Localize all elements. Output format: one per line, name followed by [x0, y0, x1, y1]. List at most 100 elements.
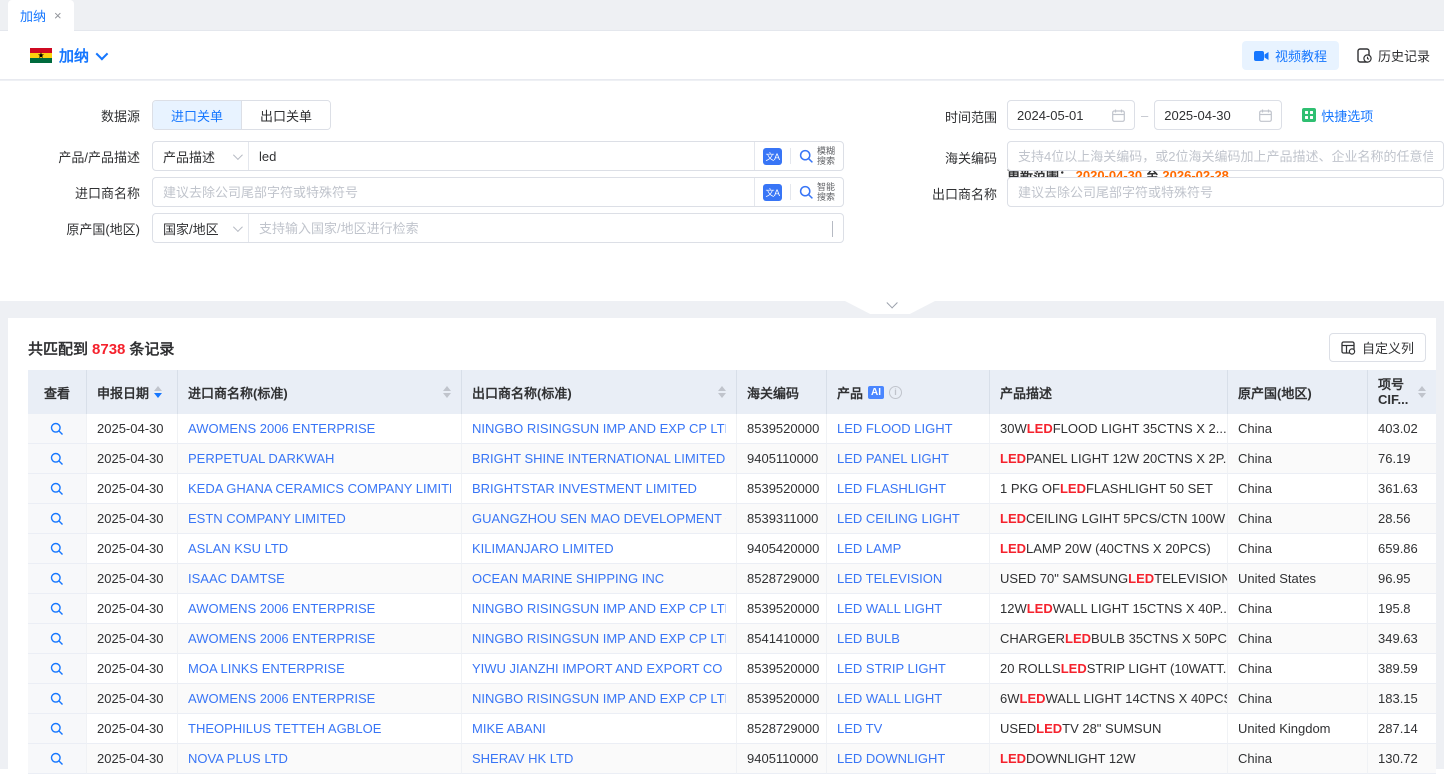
- cif-value-cell: 130.72: [1368, 744, 1436, 774]
- view-record-button[interactable]: [28, 534, 87, 564]
- tab-close-icon[interactable]: ×: [54, 9, 62, 22]
- importer-link[interactable]: ASLAN KSU LTD: [188, 541, 288, 556]
- quick-options-button[interactable]: 快捷选项: [1302, 106, 1373, 125]
- exporter-cell: OCEAN MARINE SHIPPING INC: [462, 564, 737, 594]
- start-date-value: 2024-05-01: [1017, 108, 1084, 123]
- exporter-link[interactable]: YIWU JIANZHI IMPORT AND EXPORT CO LTD: [472, 661, 726, 676]
- country-selector[interactable]: 加纳: [30, 45, 105, 66]
- view-record-button[interactable]: [28, 654, 87, 684]
- importer-link[interactable]: KEDA GHANA CERAMICS COMPANY LIMITED: [188, 481, 451, 496]
- description-text: WALL LIGHT 14CTNS X 40PCS: [1046, 691, 1229, 706]
- origin-type-select[interactable]: 国家/地区: [153, 214, 249, 242]
- exporter-link[interactable]: NINGBO RISINGSUN IMP AND EXP CP LTD: [472, 601, 726, 616]
- exporter-link[interactable]: NINGBO RISINGSUN IMP AND EXP CP LTD: [472, 421, 726, 436]
- sort-icon[interactable]: [1418, 386, 1426, 398]
- exporter-link[interactable]: SHERAV HK LTD: [472, 751, 573, 766]
- importer-link[interactable]: NOVA PLUS LTD: [188, 751, 288, 766]
- product-cell: LED FLASHLIGHT: [827, 474, 990, 504]
- importer-link[interactable]: AWOMENS 2006 ENTERPRISE: [188, 631, 375, 646]
- importer-search-input[interactable]: [153, 178, 754, 206]
- product-link[interactable]: LED FLASHLIGHT: [837, 481, 946, 496]
- view-record-button[interactable]: [28, 684, 87, 714]
- product-link[interactable]: LED WALL LIGHT: [837, 691, 942, 706]
- product-link[interactable]: LED CEILING LIGHT: [837, 511, 960, 526]
- view-record-button[interactable]: [28, 414, 87, 444]
- exporter-link[interactable]: NINGBO RISINGSUN IMP AND EXP CP LTD: [472, 691, 726, 706]
- translate-icon[interactable]: 文A: [763, 148, 782, 165]
- description-text: WALL LIGHT 15CTNS X 40P...: [1053, 601, 1228, 616]
- info-icon[interactable]: i: [889, 386, 902, 399]
- view-record-button[interactable]: [28, 624, 87, 654]
- importer-link[interactable]: ESTN COMPANY LIMITED: [188, 511, 346, 526]
- importer-cell: KEDA GHANA CERAMICS COMPANY LIMITED: [178, 474, 462, 504]
- exporter-link[interactable]: BRIGHTSTAR INVESTMENT LIMITED: [472, 481, 697, 496]
- start-date-input[interactable]: 2024-05-01: [1007, 100, 1135, 130]
- importer-link[interactable]: THEOPHILUS TETTEH AGBLOE: [188, 721, 381, 736]
- product-link[interactable]: LED BULB: [837, 631, 900, 646]
- sort-icon[interactable]: [443, 386, 451, 398]
- sort-icon[interactable]: [718, 386, 726, 398]
- view-record-button[interactable]: [28, 594, 87, 624]
- exporter-link[interactable]: GUANGZHOU SEN MAO DEVELOPMENT C...: [472, 511, 726, 526]
- header-item-cif[interactable]: 项号CIF...: [1368, 370, 1436, 414]
- chevron-down-icon[interactable]: [832, 221, 833, 237]
- hs-code-input[interactable]: [1007, 141, 1444, 171]
- translate-icon[interactable]: 文A: [763, 184, 782, 201]
- tab-label: 加纳: [20, 6, 46, 25]
- search-icon: [50, 662, 64, 676]
- video-tutorial-button[interactable]: 视频教程: [1242, 41, 1339, 70]
- exporter-link[interactable]: NINGBO RISINGSUN IMP AND EXP CP LTD: [472, 631, 726, 646]
- customize-columns-button[interactable]: 自定义列: [1329, 333, 1426, 362]
- product-link[interactable]: LED WALL LIGHT: [837, 601, 942, 616]
- view-record-button[interactable]: [28, 444, 87, 474]
- description-cell: USED LED TV 28" SUMSUN: [990, 714, 1228, 744]
- product-search-input[interactable]: [249, 142, 754, 170]
- product-link[interactable]: LED DOWNLIGHT: [837, 751, 945, 766]
- product-link[interactable]: LED FLOOD LIGHT: [837, 421, 953, 436]
- history-button[interactable]: 历史记录: [1353, 46, 1434, 65]
- product-cell: LED WALL LIGHT: [827, 684, 990, 714]
- importer-link[interactable]: AWOMENS 2006 ENTERPRISE: [188, 601, 375, 616]
- end-date-input[interactable]: 2025-04-30: [1154, 100, 1282, 130]
- product-type-select[interactable]: 产品描述: [153, 142, 249, 170]
- header-importer-name[interactable]: 进口商名称(标准): [178, 370, 462, 414]
- data-source-export-tab[interactable]: 出口关单: [241, 101, 330, 129]
- collapse-filters-handle[interactable]: [845, 301, 935, 314]
- product-filter-label: 产品/产品描述: [0, 147, 140, 166]
- exporter-link[interactable]: OCEAN MARINE SHIPPING INC: [472, 571, 664, 586]
- product-link[interactable]: LED LAMP: [837, 541, 901, 556]
- header-exporter-name[interactable]: 出口商名称(标准): [462, 370, 737, 414]
- exporter-link[interactable]: MIKE ABANI: [472, 721, 546, 736]
- sort-icon[interactable]: [154, 386, 162, 398]
- exporter-search-input[interactable]: [1007, 177, 1444, 207]
- table-row: 2025-04-30ESTN COMPANY LIMITEDGUANGZHOU …: [28, 504, 1436, 534]
- table-row: 2025-04-30 PERPETUAL DARKWAH BRIGHT SHINE …: [28, 444, 1436, 474]
- declaration-date-cell: 2025-04-30: [87, 444, 178, 474]
- importer-link[interactable]: PERPETUAL DARKWAH: [188, 451, 334, 466]
- smart-search-button[interactable]: 智能搜索: [799, 182, 835, 202]
- origin-country-cell: China: [1228, 624, 1368, 654]
- view-record-button[interactable]: [28, 564, 87, 594]
- origin-search-input[interactable]: [249, 214, 822, 242]
- view-record-button[interactable]: [28, 744, 87, 774]
- table-row: 2025-04-30THEOPHILUS TETTEH AGBLOEMIKE A…: [28, 714, 1436, 744]
- importer-link[interactable]: AWOMENS 2006 ENTERPRISE: [188, 691, 375, 706]
- exporter-link[interactable]: BRIGHT SHINE INTERNATIONAL LIMITED: [472, 451, 725, 466]
- importer-link[interactable]: ISAAC DAMTSE: [188, 571, 285, 586]
- importer-link[interactable]: MOA LINKS ENTERPRISE: [188, 661, 345, 676]
- product-link[interactable]: LED TELEVISION: [837, 571, 942, 586]
- view-record-button[interactable]: [28, 504, 87, 534]
- origin-country-cell: China: [1228, 594, 1368, 624]
- fuzzy-search-button[interactable]: 模糊搜索: [799, 146, 835, 166]
- product-link[interactable]: LED STRIP LIGHT: [837, 661, 946, 676]
- data-source-import-tab[interactable]: 进口关单: [153, 101, 242, 129]
- tab-ghana[interactable]: 加纳 ×: [8, 0, 74, 31]
- product-link[interactable]: LED TV: [837, 721, 882, 736]
- header-declaration-date[interactable]: 申报日期: [87, 370, 178, 414]
- product-link[interactable]: LED PANEL LIGHT: [837, 451, 949, 466]
- exporter-link[interactable]: KILIMANJARO LIMITED: [472, 541, 614, 556]
- view-record-button[interactable]: [28, 714, 87, 744]
- view-record-button[interactable]: [28, 474, 87, 504]
- importer-link[interactable]: AWOMENS 2006 ENTERPRISE: [188, 421, 375, 436]
- description-cell: LED PANEL LIGHT 12W 20CTNS X 2P...: [990, 444, 1228, 474]
